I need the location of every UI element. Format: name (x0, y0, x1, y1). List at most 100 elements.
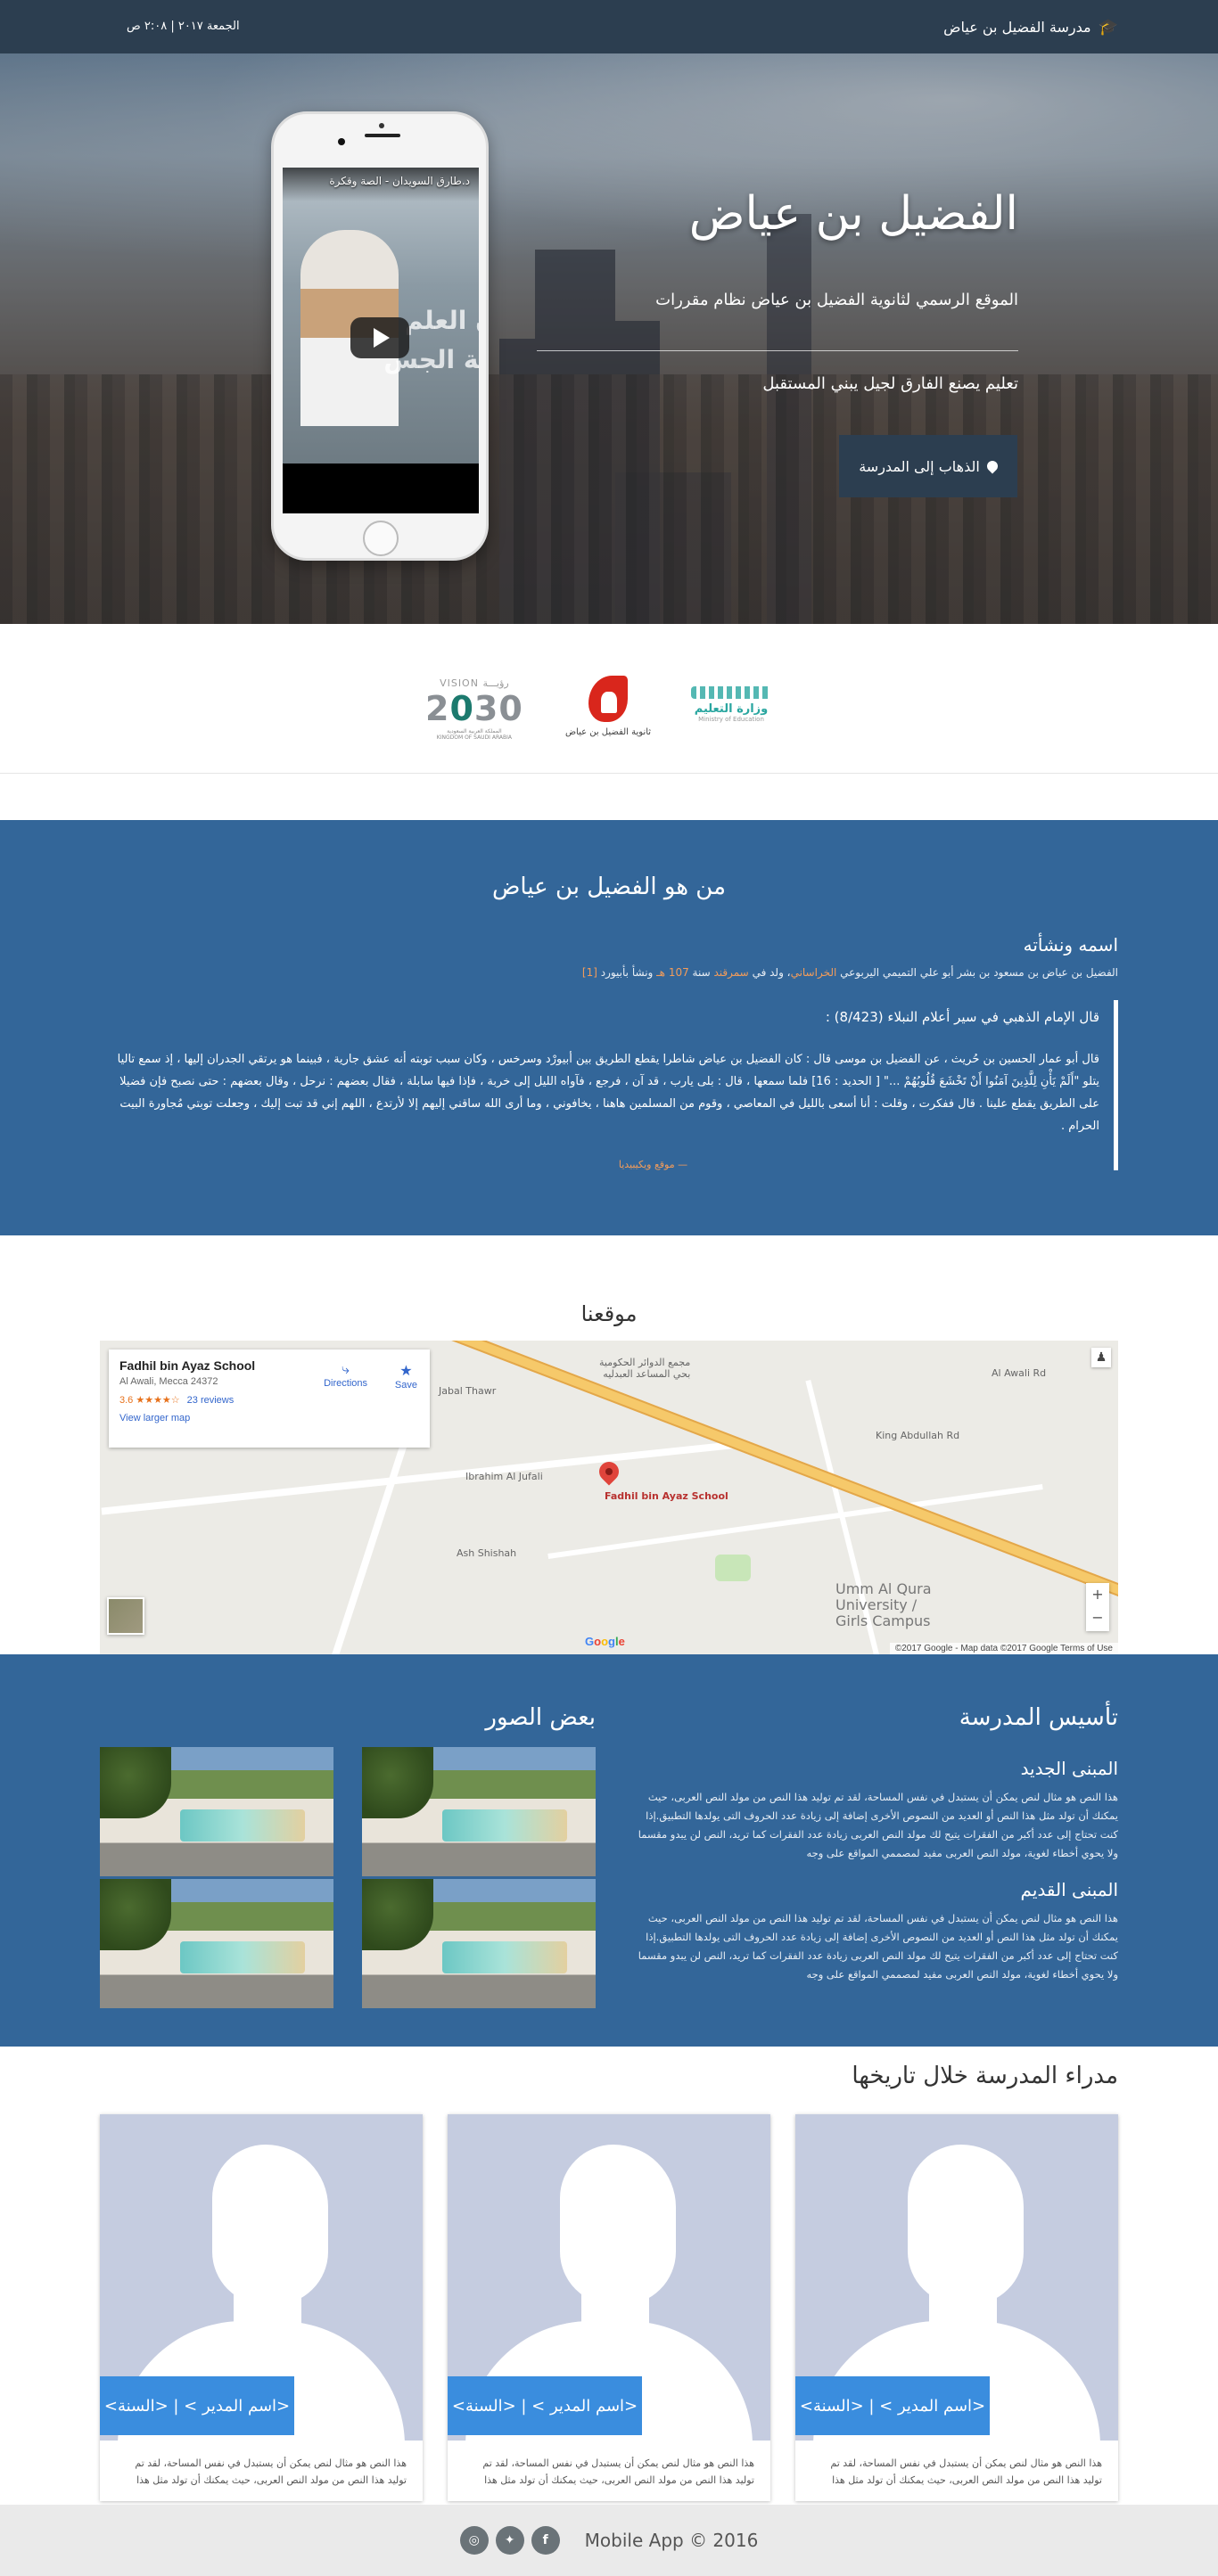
directions-icon: ⤷ (342, 1362, 350, 1377)
graduation-cap-icon: 🎓 (1098, 18, 1118, 37)
phone-mockup: ن العلم حة الجس د.طارق السويدان - الصة و… (271, 111, 489, 561)
photos-heading: بعض الصور (485, 1704, 596, 1731)
place-address: Al Awali, Mecca 24372 (119, 1376, 218, 1387)
hero-subtitle: الموقع الرسمي لثانوية الفضيل بن عياض نظا… (655, 291, 1018, 309)
ministry-mark-icon (691, 686, 771, 699)
zoom-controls: + − (1086, 1583, 1109, 1631)
ministry-logo: وزارة التعليم Ministry of Education (682, 686, 780, 723)
vision-label: VISION رؤيـــة (440, 677, 509, 689)
directions-button[interactable]: ⤷ Directions (324, 1362, 367, 1389)
map-road (101, 1440, 741, 1515)
gallery-photo[interactable] (362, 1879, 596, 2008)
vision-caption: المملكة العربية السعودية KINGDOM OF SAUD… (436, 728, 512, 741)
facebook-icon[interactable]: f (531, 2526, 560, 2555)
twitter-icon[interactable]: ✦ (495, 2526, 524, 2555)
ministry-sub: Ministry of Education (698, 716, 764, 723)
school-flame-icon (588, 676, 628, 722)
navbar: 🎓 مدرسة الفضيل بن عياض الجمعة ٢٠١٧ | ٢:٠… (0, 0, 1218, 53)
phone-speaker (365, 134, 400, 137)
about-section: من هو الفضيل بن عياض اسمه ونشأته الفضيل … (0, 820, 1218, 1235)
footer-copyright: Mobile App © 2016 (584, 2530, 759, 2551)
principal-name: <اسم المدير > | <السنة> (448, 2376, 642, 2435)
social-links: ◎ ✦ f (459, 2526, 560, 2555)
instagram-icon[interactable]: ◎ (459, 2526, 489, 2555)
map-pin-dot (605, 1468, 613, 1475)
principal-name: <اسم المدير > | <السنة> (795, 2376, 990, 2435)
hero-section: ن العلم حة الجس د.طارق السويدان - الصة و… (0, 53, 1218, 624)
vision-year: 2030 (425, 689, 523, 728)
hero-overlay (0, 53, 1218, 624)
phone-camera (379, 123, 384, 128)
navbar-brand[interactable]: 🎓 مدرسة الفضيل بن عياض (943, 18, 1118, 37)
about-heading: من هو الفضيل بن عياض (491, 874, 727, 900)
place-rating: 3.6 ★★★★☆ 23 reviews (119, 1395, 235, 1406)
hero-title: الفضيل بن عياض (688, 187, 1018, 241)
founding-section: تأسيس المدرسة المبنى الجديد هذا النص هو … (0, 1654, 1218, 2047)
map-label: Umm Al Qura University / Girls Campus (835, 1580, 932, 1629)
founding-heading: تأسيس المدرسة (959, 1704, 1118, 1731)
map-road (325, 1417, 416, 1654)
quote-source-link[interactable]: — موقع ويكيبيديا (100, 1159, 1099, 1170)
reference-link[interactable]: [1] (582, 966, 597, 979)
brand-label: مدرسة الفضيل بن عياض (943, 19, 1091, 36)
principals-heading: مدراء المدرسة خلال تاريخها (852, 2063, 1118, 2089)
footer: ◎ ✦ f Mobile App © 2016 (0, 2505, 1218, 2576)
zoom-in-button[interactable]: + (1086, 1583, 1109, 1606)
go-to-school-button[interactable]: الذهاب إلى المدرسة (839, 435, 1017, 497)
partner-logos: VISION رؤيـــة 2030 المملكة العربية السع… (0, 624, 1218, 774)
phone-sensor (338, 138, 345, 145)
ministry-caption: وزارة التعليم (694, 702, 769, 716)
map-label: Ash Shishah (457, 1547, 517, 1559)
map-label: Ibrahim Al Jufali (465, 1471, 543, 1482)
satellite-toggle[interactable] (107, 1597, 144, 1635)
link-year[interactable]: 107 هـ (656, 966, 689, 979)
reviews-link[interactable]: 23 reviews (187, 1395, 235, 1406)
vision-2030-logo: VISION رؤيـــة 2030 المملكة العربية السع… (425, 677, 523, 741)
about-intro: الفضيل بن عياض بن مسعود بن بشر أبو علي ا… (581, 966, 1118, 979)
phone-home-button (363, 521, 399, 556)
date-time-label: الجمعة ٢٠١٧ | ٢:٠٨ ص (127, 20, 240, 33)
video-player[interactable]: ن العلم حة الجس د.طارق السويدان - الصة و… (283, 168, 479, 464)
view-larger-map-link[interactable]: View larger map (119, 1413, 419, 1423)
place-card: Fadhil bin Ayaz School Al Awali, Mecca 2… (109, 1350, 430, 1448)
principal-card: <اسم المدير > | <السنة> هذا النص هو مثال… (795, 2114, 1118, 2501)
principal-name: <اسم المدير > | <السنة> (100, 2376, 294, 2435)
quote-heading: قال الإمام الذهبي في سير أعلام النبلاء (… (825, 1009, 1099, 1025)
hero-tagline: تعليم يصنع الفارق لجيل يبني المستقبل (762, 374, 1018, 393)
principals-section: مدراء المدرسة خلال تاريخها <اسم المدير >… (0, 2047, 1218, 2505)
place-name: Fadhil bin Ayaz School (119, 1358, 256, 1373)
map-marker-icon (984, 458, 1000, 474)
hero-divider (537, 350, 1018, 351)
gallery-photo[interactable] (100, 1747, 333, 1876)
street-view-icon[interactable]: ♟ (1091, 1348, 1111, 1367)
map-copyright[interactable]: ©2017 Google - Map data ©2017 Google Ter… (889, 1643, 1118, 1654)
save-button[interactable]: ★ Save (395, 1362, 417, 1391)
about-subheading: اسمه ونشأته (1023, 934, 1118, 956)
principal-desc: هذا النص هو مثال لنص يمكن أن يستبدل في ن… (135, 2457, 407, 2486)
phone-screen: ن العلم حة الجس د.طارق السويدان - الصة و… (283, 168, 479, 513)
link-samarqand[interactable]: سمرقند (713, 966, 748, 979)
new-building-heading: المبنى الجديد (1020, 1758, 1118, 1779)
map-park (715, 1555, 751, 1581)
about-quote: قال الإمام الذهبي في سير أعلام النبلاء (… (100, 1000, 1118, 1170)
gallery-photo[interactable] (100, 1879, 333, 2008)
star-icon: ★ (399, 1364, 413, 1379)
go-to-school-label: الذهاب إلى المدرسة (859, 457, 980, 475)
location-section: موقعنا Ash Shishah Ibrahim Al Jufali Kin… (0, 1235, 1218, 1654)
map-label: King Abdullah Rd (876, 1430, 960, 1441)
principal-desc: هذا النص هو مثال لنص يمكن أن يستبدل في ن… (830, 2457, 1102, 2486)
school-logo: ثانوية الفضيل بن عياض (564, 676, 653, 737)
map-pin-label: Fadhil bin Ayaz School (605, 1490, 728, 1502)
principal-card: <اسم المدير > | <السنة> هذا النص هو مثال… (448, 2114, 770, 2501)
video-title[interactable]: د.طارق السويدان - الصة وقكرة (292, 175, 470, 187)
new-building-text: هذا النص هو مثال لنص يمكن أن يستبدل في ن… (638, 1791, 1118, 1859)
old-building-heading: المبنى القديم (1020, 1879, 1118, 1900)
google-logo: Google (585, 1635, 625, 1648)
link-khurasani[interactable]: الخراساني (791, 966, 837, 979)
play-button[interactable] (350, 317, 409, 358)
play-icon (374, 328, 390, 348)
school-logo-caption: ثانوية الفضيل بن عياض (564, 727, 652, 737)
google-map[interactable]: Ash Shishah Ibrahim Al Jufali King Abdul… (100, 1341, 1118, 1654)
gallery-photo[interactable] (362, 1747, 596, 1876)
zoom-out-button[interactable]: − (1086, 1606, 1109, 1629)
